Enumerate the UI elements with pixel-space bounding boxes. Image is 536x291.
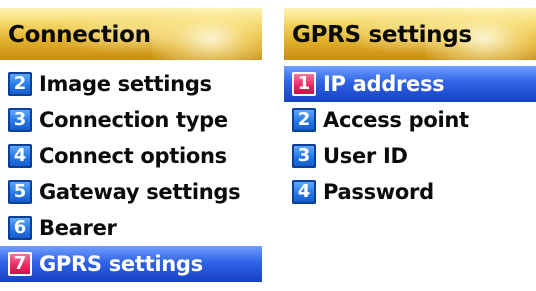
menu-list: 1 IP address 2 Access point 3 User ID 4 … <box>284 66 536 210</box>
menu-item-access-point[interactable]: 2 Access point <box>284 102 536 138</box>
number-badge: 2 <box>8 72 32 96</box>
menu-item-user-id[interactable]: 3 User ID <box>284 138 536 174</box>
connection-screen: Connection 2 Image settings 3 Connection… <box>0 0 262 291</box>
number-badge: 7 <box>8 252 32 276</box>
number-badge: 6 <box>8 216 32 240</box>
menu-item-gateway-settings[interactable]: 5 Gateway settings <box>0 174 262 210</box>
number-badge: 4 <box>292 180 316 204</box>
title-bar: Connection <box>0 8 262 60</box>
menu-list: 2 Image settings 3 Connection type 4 Con… <box>0 66 262 282</box>
menu-item-ip-address[interactable]: 1 IP address <box>284 66 536 102</box>
menu-item-label: Gateway settings <box>39 180 241 204</box>
menu-item-image-settings[interactable]: 2 Image settings <box>0 66 262 102</box>
number-badge: 2 <box>292 108 316 132</box>
menu-item-label: Connect options <box>39 144 227 168</box>
menu-item-label: Bearer <box>39 216 117 240</box>
menu-item-label: GPRS settings <box>39 252 203 276</box>
title-bar: GPRS settings <box>284 8 536 60</box>
screen-title: GPRS settings <box>292 22 472 48</box>
menu-item-label: User ID <box>323 144 408 168</box>
number-badge: 3 <box>292 144 316 168</box>
menu-item-gprs-settings[interactable]: 7 GPRS settings <box>0 246 262 282</box>
menu-item-label: Image settings <box>39 72 212 96</box>
number-badge: 4 <box>8 144 32 168</box>
menu-item-bearer[interactable]: 6 Bearer <box>0 210 262 246</box>
menu-item-connection-type[interactable]: 3 Connection type <box>0 102 262 138</box>
gprs-settings-screen: GPRS settings 1 IP address 2 Access poin… <box>284 0 536 291</box>
number-badge: 1 <box>292 72 316 96</box>
menu-item-password[interactable]: 4 Password <box>284 174 536 210</box>
menu-item-label: IP address <box>323 72 445 96</box>
menu-item-label: Password <box>323 180 434 204</box>
screen-title: Connection <box>8 22 151 48</box>
number-badge: 3 <box>8 108 32 132</box>
menu-item-label: Access point <box>323 108 469 132</box>
menu-item-connect-options[interactable]: 4 Connect options <box>0 138 262 174</box>
number-badge: 5 <box>8 180 32 204</box>
menu-item-label: Connection type <box>39 108 228 132</box>
